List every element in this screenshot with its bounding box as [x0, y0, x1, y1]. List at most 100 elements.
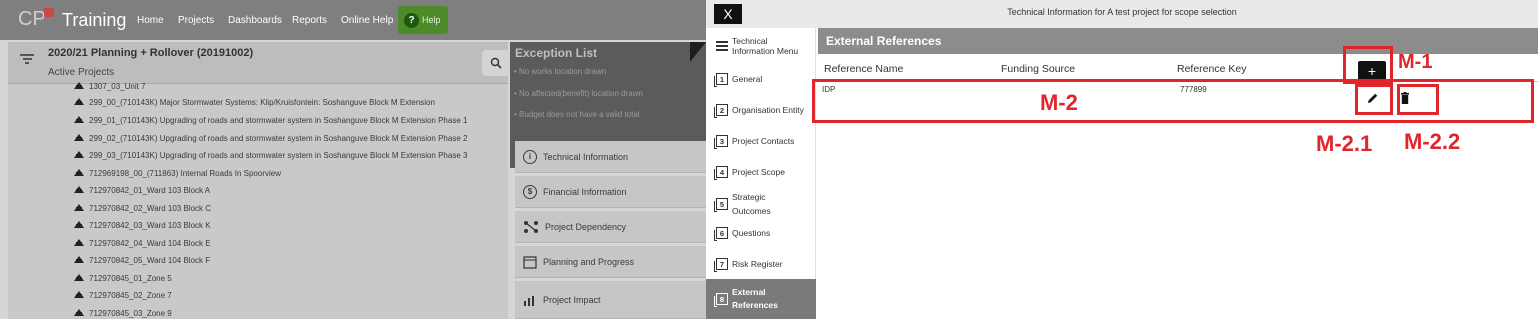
- project-icon: [74, 274, 84, 281]
- sidenav-label: Questions: [732, 228, 771, 238]
- nav-online-help[interactable]: Online Help: [341, 15, 393, 26]
- project-row[interactable]: 712970842_04_Ward 104 Block E: [74, 235, 211, 251]
- project-name: 712970845_02_Zone 7: [89, 290, 172, 300]
- project-icon: [74, 309, 84, 316]
- annotation-box-m2-2: [1397, 84, 1439, 115]
- menu-project-impact[interactable]: Project Impact: [515, 281, 706, 319]
- number-7-icon: 7: [714, 258, 728, 272]
- project-row[interactable]: 299_03_(710143K) Upgrading of roads and …: [74, 147, 467, 163]
- help-button[interactable]: ? Help: [398, 6, 448, 34]
- project-name: 712970842_04_Ward 104 Block E: [89, 238, 211, 248]
- app-logo: CP: [18, 8, 54, 31]
- sidenav-item-organisation-entity[interactable]: 2 Organisation Entity: [706, 95, 816, 125]
- sidenav-item-risk-register[interactable]: 7 Risk Register: [706, 249, 816, 279]
- project-name: 712970845_01_Zone 5: [89, 273, 172, 283]
- project-row[interactable]: 299_00_(710143K) Major Stormwater System…: [74, 94, 435, 110]
- sidenav-item-external-references[interactable]: 8 External References: [706, 279, 816, 319]
- menu-planning-progress[interactable]: Planning and Progress: [515, 246, 706, 278]
- project-row[interactable]: 712970845_02_Zone 7: [74, 287, 172, 303]
- question-icon: ?: [404, 12, 419, 28]
- filter-icon[interactable]: [20, 54, 34, 66]
- sidenav-item-general[interactable]: 1 General: [706, 64, 816, 94]
- technical-information-modal: Technical Information for A test project…: [706, 0, 1538, 319]
- project-name: 712970842_01_Ward 103 Block A: [89, 185, 211, 195]
- project-row[interactable]: 712969198_00_(711863) Internal Roads In …: [74, 165, 281, 181]
- menu-label: Planning and Progress: [543, 256, 635, 267]
- sidenav-label: Technical Information Menu: [732, 36, 799, 56]
- info-icon: i: [523, 149, 537, 164]
- project-row[interactable]: 712970842_03_Ward 103 Block K: [74, 217, 211, 233]
- number-6-icon: 6: [714, 227, 728, 241]
- annotation-m2-2: M-2.2: [1404, 129, 1461, 154]
- top-bar: CP Training Home Projects Dashboards Rep…: [0, 0, 706, 40]
- project-icon: [74, 151, 84, 158]
- exception-list-corner: [690, 42, 706, 62]
- project-icon: [74, 116, 84, 123]
- exception-list-title: Exception List: [515, 46, 598, 60]
- number-5-icon: 5: [714, 198, 728, 212]
- close-button[interactable]: X: [714, 4, 742, 24]
- project-row[interactable]: 712970842_02_Ward 103 Block C: [74, 200, 211, 216]
- screen: CP Training Home Projects Dashboards Rep…: [0, 0, 1538, 319]
- sidenav-label: General: [732, 74, 763, 84]
- planning-title: 2020/21 Planning + Rollover (20191002): [48, 47, 254, 59]
- column-funding-source: Funding Source: [1001, 63, 1076, 75]
- project-icon: [74, 186, 84, 193]
- project-name: 712970842_05_Ward 104 Block F: [89, 255, 211, 265]
- menu-label: Project Impact: [543, 294, 601, 305]
- number-3-icon: 3: [714, 135, 728, 149]
- nav-projects[interactable]: Projects: [178, 15, 214, 26]
- sidenav-label: Strategic Outcomes: [732, 192, 771, 216]
- project-name: 712970842_03_Ward 103 Block K: [89, 220, 211, 230]
- sidenav-label: Project Contacts: [732, 136, 795, 146]
- project-name: 712970842_02_Ward 103 Block C: [89, 203, 212, 213]
- number-1-icon: 1: [714, 73, 728, 87]
- dependency-icon: [524, 220, 538, 233]
- annotation-m1: M-1: [1398, 51, 1433, 73]
- annotation-m2: M-2: [1040, 90, 1078, 115]
- project-name: 299_01_(710143K) Upgrading of roads and …: [89, 115, 468, 125]
- menu-label: Project Dependency: [545, 221, 627, 232]
- sidenav-item-questions[interactable]: 6 Questions: [706, 218, 816, 248]
- column-reference-key: Reference Key: [1177, 63, 1247, 75]
- sidenav-item-project-contacts[interactable]: 3 Project Contacts: [706, 126, 816, 156]
- sidenav-label: External References: [732, 287, 778, 310]
- exception-item: • No affected(benefit) location drawn: [514, 89, 643, 98]
- project-row[interactable]: 712970845_03_Zone 9: [74, 305, 172, 319]
- column-reference-name: Reference Name: [824, 63, 904, 75]
- project-icon: [74, 98, 84, 105]
- project-row[interactable]: 712970842_05_Ward 104 Block F: [74, 252, 210, 268]
- menu-label: Technical Information: [543, 151, 629, 162]
- project-icon: [74, 239, 84, 246]
- sidenav-item-strategic-outcomes[interactable]: 5 Strategic Outcomes: [706, 186, 816, 222]
- project-row[interactable]: 712970845_01_Zone 5: [74, 270, 172, 286]
- project-row[interactable]: 1307_03_Unit 7: [74, 78, 146, 94]
- menu-financial-information[interactable]: $ Financial Information: [515, 176, 706, 208]
- nav-reports[interactable]: Reports: [292, 15, 327, 26]
- sidenav-label: Project Scope: [732, 167, 785, 177]
- nav-home[interactable]: Home: [137, 15, 164, 26]
- number-2-icon: 2: [714, 104, 728, 118]
- logo-badge: [43, 8, 54, 17]
- project-icon: [74, 291, 84, 298]
- project-row[interactable]: 299_01_(710143K) Upgrading of roads and …: [74, 112, 467, 128]
- sidenav-menu-toggle[interactable]: Technical Information Menu: [706, 28, 816, 64]
- project-icon: [74, 221, 84, 228]
- logo-text: CP: [18, 8, 46, 30]
- project-name: 299_00_(710143K) Major Stormwater System…: [89, 97, 435, 107]
- technical-sidenav: Technical Information Menu 1 General 2 Org…: [706, 28, 816, 319]
- project-row[interactable]: 712970842_01_Ward 103 Block A: [74, 182, 210, 198]
- nav-dashboards[interactable]: Dashboards: [228, 15, 282, 26]
- number-8-icon: 8: [714, 293, 728, 307]
- app-name: Training: [62, 10, 127, 30]
- menu-project-dependency[interactable]: Project Dependency: [515, 211, 706, 243]
- project-icon: [74, 169, 84, 176]
- project-name: 712969198_00_(711863) Internal Roads In …: [89, 168, 281, 178]
- sidenav-item-project-scope[interactable]: 4 Project Scope: [706, 157, 816, 187]
- number-4-icon: 4: [714, 166, 728, 180]
- search-button[interactable]: [482, 50, 510, 76]
- project-name: 1307_03_Unit 7: [89, 81, 146, 91]
- project-row[interactable]: 299_02_(710143K) Upgrading of roads and …: [74, 130, 467, 146]
- menu-technical-information[interactable]: i Technical Information: [515, 141, 706, 173]
- exception-item: • Budget does not have a valid total: [514, 110, 640, 119]
